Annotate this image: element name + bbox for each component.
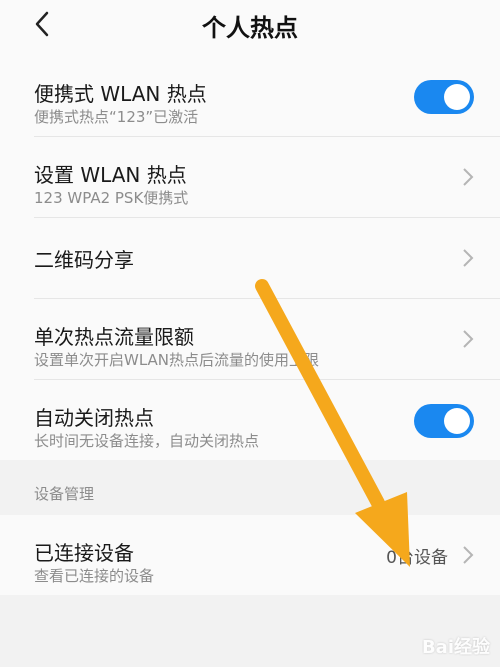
setting-label: 已连接设备	[34, 541, 134, 565]
toggle-knob	[444, 84, 470, 110]
toggle-knob	[444, 408, 470, 434]
chevron-right-icon	[463, 168, 474, 186]
setting-label: 便携式 WLAN 热点	[34, 82, 207, 106]
device-management-card: 已连接设备 查看已连接的设备 0台设备	[0, 515, 500, 595]
hotspot-settings-card: 便携式 WLAN 热点 便携式热点“123”已激活 设置 WLAN 热点 123…	[0, 56, 500, 460]
auto-close-toggle[interactable]	[414, 404, 474, 438]
watermark-logo: Bai经验	[421, 637, 490, 658]
portable-hotspot-toggle[interactable]	[414, 80, 474, 114]
connected-device-count: 0台设备	[386, 548, 448, 568]
setting-auto-close-hotspot[interactable]: 自动关闭热点 长时间无设备连接，自动关闭热点	[34, 379, 500, 460]
setting-qr-code-share[interactable]: 二维码分享	[34, 217, 500, 298]
page-title: 个人热点	[202, 14, 298, 42]
setting-description: 设置单次开启WLAN热点后流量的使用上限	[34, 351, 320, 369]
setting-configure-wlan-hotspot[interactable]: 设置 WLAN 热点 123 WPA2 PSK便携式	[34, 136, 500, 217]
setting-label: 自动关闭热点	[34, 406, 154, 430]
chevron-right-icon	[463, 330, 474, 348]
setting-description: 查看已连接的设备	[34, 567, 155, 585]
setting-description: 长时间无设备连接，自动关闭热点	[34, 432, 260, 450]
chevron-right-icon	[463, 546, 474, 564]
setting-label: 二维码分享	[34, 248, 134, 272]
setting-data-limit[interactable]: 单次热点流量限额 设置单次开启WLAN热点后流量的使用上限	[34, 298, 500, 379]
setting-label: 设置 WLAN 热点	[34, 163, 187, 187]
app-header: 个人热点	[0, 0, 500, 56]
setting-label: 单次热点流量限额	[34, 325, 194, 349]
chevron-right-icon	[463, 249, 474, 267]
setting-description: 123 WPA2 PSK便携式	[34, 189, 189, 207]
setting-description: 便携式热点“123”已激活	[34, 108, 199, 126]
setting-portable-wlan-hotspot[interactable]: 便携式 WLAN 热点 便携式热点“123”已激活	[34, 56, 500, 136]
section-title-device-management: 设备管理	[34, 485, 95, 503]
setting-connected-devices[interactable]: 已连接设备 查看已连接的设备 0台设备	[34, 515, 500, 595]
